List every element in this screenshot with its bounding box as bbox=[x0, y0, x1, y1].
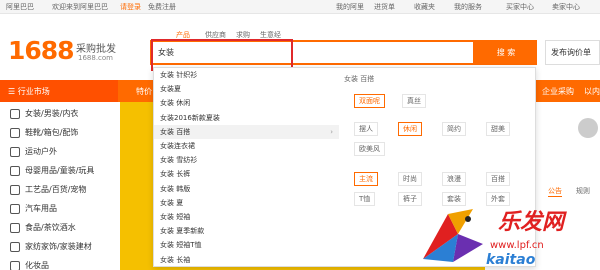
watermark-url: www.lpf.cn bbox=[490, 240, 544, 251]
logo-url: 1688.com bbox=[78, 54, 113, 62]
attribute-chip[interactable]: T恤 bbox=[354, 192, 376, 206]
attribute-panel-title: 女装 百搭 bbox=[344, 75, 375, 83]
category-sidebar: 女装/男装/内衣 鞋靴/箱包/配饰 运动户外 母婴用品/童装/玩具 工艺品/百货… bbox=[0, 104, 118, 270]
search-tab-products[interactable]: 产品 bbox=[176, 30, 190, 40]
topbar-cart[interactable]: 进货单 bbox=[374, 2, 395, 12]
search-tab-business[interactable]: 生意经 bbox=[260, 30, 281, 40]
suggestion-item-highlighted[interactable]: 女装 百搭 › bbox=[154, 124, 339, 139]
category-item[interactable]: 母婴用品/童装/玩具 bbox=[0, 161, 118, 180]
topbar-my-ali[interactable]: 我的阿里 bbox=[336, 2, 364, 12]
attribute-chip[interactable]: 主流 bbox=[354, 172, 378, 186]
attribute-chip[interactable]: 简约 bbox=[442, 122, 466, 136]
car-icon bbox=[10, 203, 20, 214]
logo-slogan: 采购批发 bbox=[76, 44, 116, 55]
category-item[interactable]: 女装/男装/内衣 bbox=[0, 104, 118, 123]
attribute-chip[interactable]: 真丝 bbox=[402, 94, 426, 108]
topbar-site-link[interactable]: 阿里巴巴 bbox=[6, 2, 34, 12]
gift-icon bbox=[10, 184, 20, 195]
topbar-my-services[interactable]: 我的服务 bbox=[454, 2, 482, 12]
category-item[interactable]: 工艺品/百货/宠物 bbox=[0, 180, 118, 199]
suggestion-item[interactable]: 女装夏 bbox=[154, 82, 339, 96]
category-item[interactable]: 家纺家饰/家装建材 bbox=[0, 237, 118, 256]
attribute-chip[interactable]: 摆人 bbox=[354, 122, 378, 136]
suggestion-item[interactable]: 女装 短袖T恤 bbox=[154, 238, 339, 252]
topbar-favorites[interactable]: 收藏夹 bbox=[414, 2, 435, 12]
suggestion-item[interactable]: 女装 雪纺衫 bbox=[154, 153, 339, 167]
chevron-right-icon: › bbox=[330, 127, 333, 136]
watermark-brand: kaitao bbox=[486, 252, 536, 268]
attribute-chip[interactable]: 时尚 bbox=[398, 172, 422, 186]
suggestion-item[interactable]: 女装 夏 bbox=[154, 196, 339, 210]
nav-item-sale[interactable]: 特价 bbox=[136, 86, 152, 97]
search-box bbox=[150, 40, 475, 65]
food-icon bbox=[10, 222, 20, 233]
suggestion-item[interactable]: 女装 短袖 bbox=[154, 210, 339, 224]
home-icon bbox=[10, 241, 20, 252]
attribute-chip[interactable]: 欧美风 bbox=[354, 142, 385, 156]
suggestion-item[interactable]: 女装 休闲 bbox=[154, 96, 339, 110]
site-logo[interactable]: 1688 bbox=[8, 36, 75, 65]
topbar-login-link[interactable]: 请登录 bbox=[120, 2, 141, 12]
topbar-buyer-center[interactable]: 买家中心 bbox=[506, 2, 534, 12]
topbar-welcome: 欢迎来到阿里巴巴 bbox=[52, 3, 108, 11]
top-bar: 阿里巴巴 欢迎来到阿里巴巴 请登录 免费注册 我的阿里 进货单 收藏夹 我的服务… bbox=[0, 0, 600, 14]
suggestion-item[interactable]: 女装 韩版 bbox=[154, 182, 339, 196]
nav-item-more[interactable]: 以内 bbox=[584, 86, 600, 97]
category-item[interactable]: 化妆品 bbox=[0, 256, 118, 270]
cosmetics-icon bbox=[10, 260, 20, 270]
avatar[interactable] bbox=[578, 118, 598, 138]
topbar-seller-center[interactable]: 卖家中心 bbox=[552, 2, 580, 12]
category-item[interactable]: 汽车用品 bbox=[0, 199, 118, 218]
nav-item-enterprise[interactable]: 企业采购 bbox=[542, 86, 574, 97]
attribute-chip[interactable]: 甜美 bbox=[486, 122, 510, 136]
search-tab-buying[interactable]: 求购 bbox=[236, 30, 250, 40]
suggestion-item[interactable]: 女装 针织衫 bbox=[154, 68, 339, 82]
category-item[interactable]: 运动户外 bbox=[0, 142, 118, 161]
tab-rules[interactable]: 规则 bbox=[576, 186, 590, 196]
bird-logo-icon bbox=[423, 209, 483, 262]
suggestion-item[interactable]: 女装 长裤 bbox=[154, 167, 339, 181]
watermark: 乐发网 www.lpf.cn kaitao bbox=[418, 200, 600, 270]
suggestion-item[interactable]: 女装连衣裙 bbox=[154, 139, 339, 153]
attribute-chip[interactable]: 浪漫 bbox=[442, 172, 466, 186]
search-input[interactable] bbox=[152, 42, 473, 63]
category-item[interactable]: 鞋靴/箱包/配饰 bbox=[0, 123, 118, 142]
suggestion-list: 女装 针织衫 女装夏 女装 休闲 女装2016新款夏装 女装 百搭 › 女装连衣裙… bbox=[154, 68, 339, 267]
nav-category-label: 行业市场 bbox=[17, 87, 50, 96]
search-tab-suppliers[interactable]: 供应商 bbox=[205, 30, 226, 40]
category-item[interactable]: 食品/茶饮酒水 bbox=[0, 218, 118, 237]
suggestion-item[interactable]: 女装 夏季新款 bbox=[154, 224, 339, 238]
clothing-icon bbox=[10, 108, 20, 119]
watermark-title: 乐发网 bbox=[498, 209, 565, 235]
sports-icon bbox=[10, 146, 20, 157]
topbar-register-link[interactable]: 免费注册 bbox=[148, 2, 176, 12]
nav-category-menu[interactable]: ☰ 行业市场 bbox=[0, 80, 118, 102]
baby-icon bbox=[10, 165, 20, 176]
suggestion-item[interactable]: 女装2016新款夏装 bbox=[154, 111, 339, 125]
attribute-chip[interactable]: 休闲 bbox=[398, 122, 422, 136]
attribute-chip[interactable]: 百搭 bbox=[486, 172, 510, 186]
search-button[interactable]: 搜 索 bbox=[475, 40, 537, 65]
shoe-icon bbox=[10, 127, 20, 138]
suggestion-item[interactable]: 女装 长袖 bbox=[154, 252, 339, 266]
post-inquiry-button[interactable]: 发布询价单 bbox=[545, 40, 600, 65]
tab-announcement[interactable]: 公告 bbox=[548, 186, 562, 197]
attribute-chip[interactable]: 双面呢 bbox=[354, 94, 385, 108]
